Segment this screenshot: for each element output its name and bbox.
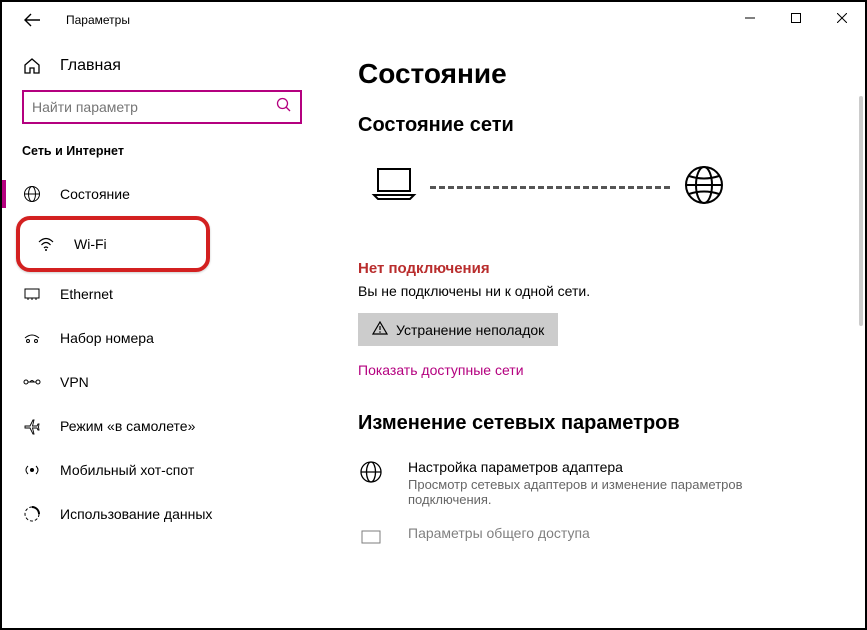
home-button[interactable]: Главная (2, 46, 322, 90)
globe-icon (682, 163, 726, 212)
network-diagram (358, 163, 865, 212)
search-icon (276, 97, 292, 118)
sidebar-item-wifi[interactable]: Wi-Fi (16, 216, 210, 272)
sidebar-item-dialup[interactable]: Набор номера (2, 316, 322, 360)
sharing-settings-option[interactable]: Параметры общего доступа (358, 525, 865, 556)
show-networks-link[interactable]: Показать доступные сети (358, 362, 865, 378)
sidebar-item-label: VPN (60, 374, 89, 390)
adapter-icon (358, 459, 388, 507)
adapter-desc: Просмотр сетевых адаптеров и изменение п… (408, 477, 748, 507)
hotspot-icon (22, 460, 42, 480)
laptop-icon (370, 165, 418, 210)
network-status-heading: Состояние сети (358, 114, 865, 137)
no-connection-text: Вы не подключены ни к одной сети. (358, 283, 865, 299)
sidebar-item-label: Состояние (60, 186, 130, 202)
airplane-icon (22, 416, 42, 436)
sidebar-item-hotspot[interactable]: Мобильный хот-спот (2, 448, 322, 492)
sharing-title: Параметры общего доступа (408, 525, 590, 541)
no-connection-label: Нет подключения (358, 260, 865, 277)
warning-icon (372, 321, 388, 338)
back-button[interactable] (18, 6, 46, 34)
close-button[interactable] (819, 2, 865, 34)
sidebar-item-label: Режим «в самолете» (60, 418, 195, 434)
sidebar-item-label: Ethernet (60, 286, 113, 302)
minimize-button[interactable] (727, 2, 773, 34)
sidebar-item-airplane[interactable]: Режим «в самолете» (2, 404, 322, 448)
sidebar-item-label: Набор номера (60, 330, 154, 346)
sharing-icon (358, 525, 388, 556)
page-title: Состояние (358, 58, 865, 90)
sidebar-item-label: Wi-Fi (74, 236, 107, 252)
sidebar-item-status[interactable]: Состояние (2, 172, 322, 216)
dialup-icon (22, 328, 42, 348)
sidebar: Главная Сеть и Интернет Состояние Wi-Fi … (2, 38, 322, 628)
scrollbar[interactable] (859, 96, 863, 326)
wifi-icon (36, 234, 56, 254)
adapter-title: Настройка параметров адаптера (408, 459, 748, 475)
globe-icon (22, 184, 42, 204)
app-title: Параметры (66, 13, 130, 27)
sidebar-item-ethernet[interactable]: Ethernet (2, 272, 322, 316)
maximize-button[interactable] (773, 2, 819, 34)
home-icon (22, 56, 42, 76)
main-content: Состояние Состояние сети Нет подключения… (322, 38, 865, 628)
adapter-settings-option[interactable]: Настройка параметров адаптера Просмотр с… (358, 459, 865, 507)
sidebar-item-vpn[interactable]: VPN (2, 360, 322, 404)
sidebar-item-label: Мобильный хот-спот (60, 462, 194, 478)
sidebar-section-title: Сеть и Интернет (2, 144, 322, 172)
data-usage-icon (22, 504, 42, 524)
search-input[interactable] (22, 90, 302, 124)
vpn-icon (22, 372, 42, 392)
change-settings-heading: Изменение сетевых параметров (358, 412, 865, 435)
sidebar-item-data-usage[interactable]: Использование данных (2, 492, 322, 536)
home-label: Главная (60, 57, 121, 75)
troubleshoot-button[interactable]: Устранение неполадок (358, 313, 558, 346)
sidebar-item-label: Использование данных (60, 506, 212, 522)
ethernet-icon (22, 284, 42, 304)
